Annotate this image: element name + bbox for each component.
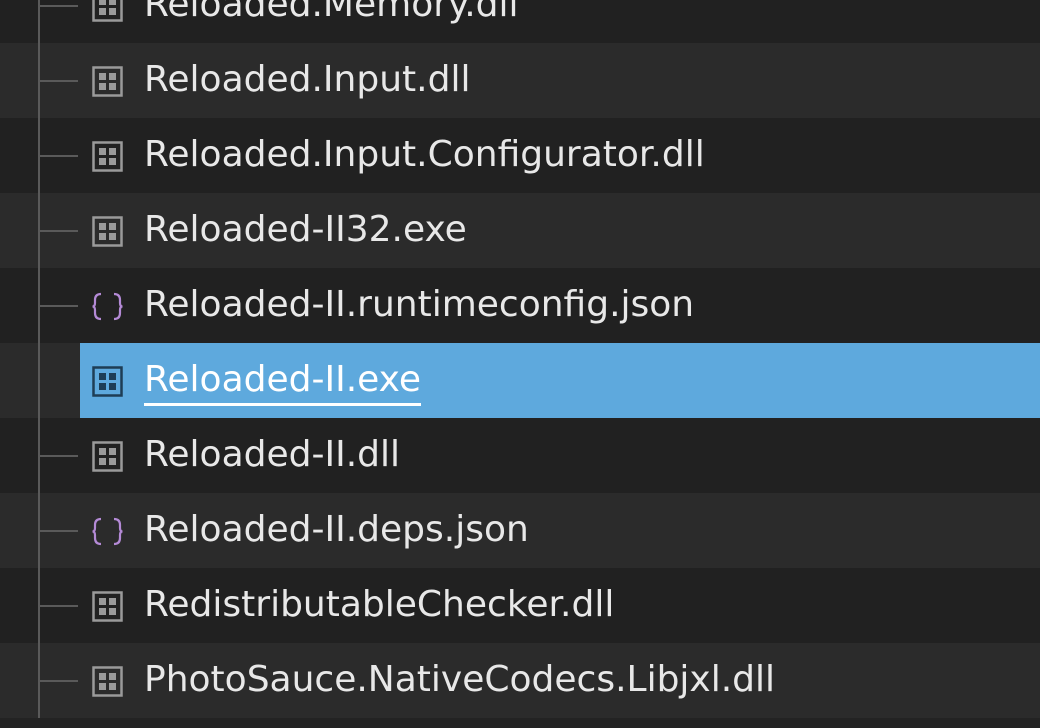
binary-file-icon xyxy=(91,440,124,473)
tree-branch-line xyxy=(40,305,78,307)
tree-branch-line xyxy=(40,455,78,457)
binary-file-icon xyxy=(91,65,124,98)
tree-item-label: Reloaded-II32.exe xyxy=(144,209,467,250)
tree-item-label: PhotoSauce.NativeCodecs.Libjxl.dll xyxy=(144,659,776,700)
file-tree: Reloaded.Memory.dll Reloaded.Input.dll R… xyxy=(0,0,1040,728)
tree-row-reloaded-ii32-exe[interactable]: Reloaded-II32.exe xyxy=(0,193,1040,268)
tree-item-label: RedistributableChecker.dll xyxy=(144,584,615,625)
tree-item-label: Reloaded-II.dll xyxy=(144,434,401,475)
tree-row-redistributablechecker-dll[interactable]: RedistributableChecker.dll xyxy=(0,568,1040,643)
tree-row-reloaded-input-configurator-dll[interactable]: Reloaded.Input.Configurator.dll xyxy=(0,118,1040,193)
tree-row-reloaded-ii-runtimeconfig-json[interactable]: Reloaded-II.runtimeconfig.json xyxy=(0,268,1040,343)
tree-branch-line xyxy=(40,680,78,682)
tree-row-photosauce-nativecodecs-libjxl-dll[interactable]: PhotoSauce.NativeCodecs.Libjxl.dll xyxy=(0,643,1040,718)
tree-branch-line xyxy=(40,80,78,82)
json-file-icon xyxy=(91,515,124,548)
tree-row-reloaded-memory-dll[interactable]: Reloaded.Memory.dll xyxy=(0,0,1040,43)
tree-row-reloaded-ii-dll[interactable]: Reloaded-II.dll xyxy=(0,418,1040,493)
json-file-icon xyxy=(91,290,124,323)
tree-item-label: Reloaded.Input.Configurator.dll xyxy=(144,134,705,175)
tree-branch-line xyxy=(40,230,78,232)
tree-item-label-selected: Reloaded-II.exe xyxy=(144,357,422,406)
tree-guide-line xyxy=(38,343,40,418)
tree-item-label: Reloaded.Memory.dll xyxy=(144,0,519,25)
binary-file-icon xyxy=(91,365,124,398)
tree-row-reloaded-input-dll[interactable]: Reloaded.Input.dll xyxy=(0,43,1040,118)
tree-branch-line xyxy=(40,605,78,607)
tree-branch-line xyxy=(40,5,78,7)
tree-item-label: Reloaded-II.runtimeconfig.json xyxy=(144,284,695,325)
tree-row-reloaded-ii-deps-json[interactable]: Reloaded-II.deps.json xyxy=(0,493,1040,568)
binary-file-icon xyxy=(91,140,124,173)
binary-file-icon xyxy=(91,215,124,248)
binary-file-icon xyxy=(91,665,124,698)
tree-item-label: Reloaded-II.deps.json xyxy=(144,509,529,550)
tree-branch-line xyxy=(40,155,78,157)
tree-branch-line xyxy=(40,530,78,532)
tree-row-reloaded-ii-exe[interactable]: Reloaded-II.exe xyxy=(0,343,1040,418)
tree-item-label: Reloaded.Input.dll xyxy=(144,59,471,100)
binary-file-icon xyxy=(91,590,124,623)
binary-file-icon xyxy=(91,0,124,23)
